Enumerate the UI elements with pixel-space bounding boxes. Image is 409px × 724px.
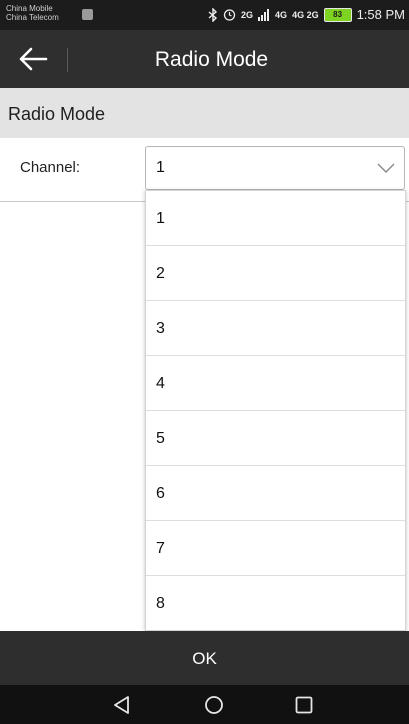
back-arrow-icon	[19, 47, 48, 71]
page-title: Radio Mode	[154, 48, 269, 71]
back-button[interactable]	[8, 36, 58, 82]
channel-option[interactable]: 8	[146, 576, 405, 631]
carrier-info: China Mobile China Telecom	[6, 4, 59, 22]
carrier-1: China Mobile	[6, 4, 53, 13]
app-bar-divider	[67, 48, 68, 72]
navigation-bar	[0, 685, 409, 724]
channel-option[interactable]: 4	[146, 356, 405, 411]
app-bar: Radio Mode	[0, 30, 409, 88]
clock: 1:58 PM	[356, 7, 405, 22]
channel-selected-value: 1	[156, 159, 165, 176]
recents-square-icon[interactable]	[292, 693, 316, 717]
channel-option[interactable]: 1	[146, 191, 405, 246]
channel-dropdown-list: 12345678	[145, 190, 406, 631]
signal-icon	[258, 8, 270, 21]
channel-option[interactable]: 6	[146, 466, 405, 521]
channel-option[interactable]: 3	[146, 301, 405, 356]
battery-icon: 83	[323, 7, 352, 22]
signal-2g-label: 2G	[241, 9, 254, 20]
sim-icon	[82, 9, 93, 20]
status-bar: China Mobile China Telecom 2G 4G 4G 2G 8…	[0, 0, 409, 30]
channel-option[interactable]: 2	[146, 246, 405, 301]
chevron-down-icon	[377, 163, 395, 173]
channel-option[interactable]: 5	[146, 411, 405, 466]
status-icons: 2G 4G 4G 2G 83 1:58 PM	[208, 7, 405, 22]
bluetooth-icon	[208, 7, 218, 22]
channel-label: Channel:	[20, 159, 81, 176]
signal-4g-2g-label: 4G 2G	[292, 9, 319, 20]
back-triangle-icon[interactable]	[110, 693, 134, 717]
channel-select[interactable]: 1	[145, 146, 405, 190]
channel-option[interactable]: 7	[146, 521, 405, 576]
signal-4g-label: 4G	[275, 9, 288, 20]
ok-button[interactable]: OK	[0, 631, 409, 685]
carrier-2: China Telecom	[6, 13, 59, 22]
section-header: Radio Mode	[0, 88, 409, 138]
home-circle-icon[interactable]	[202, 693, 226, 717]
alarm-icon	[223, 9, 236, 21]
